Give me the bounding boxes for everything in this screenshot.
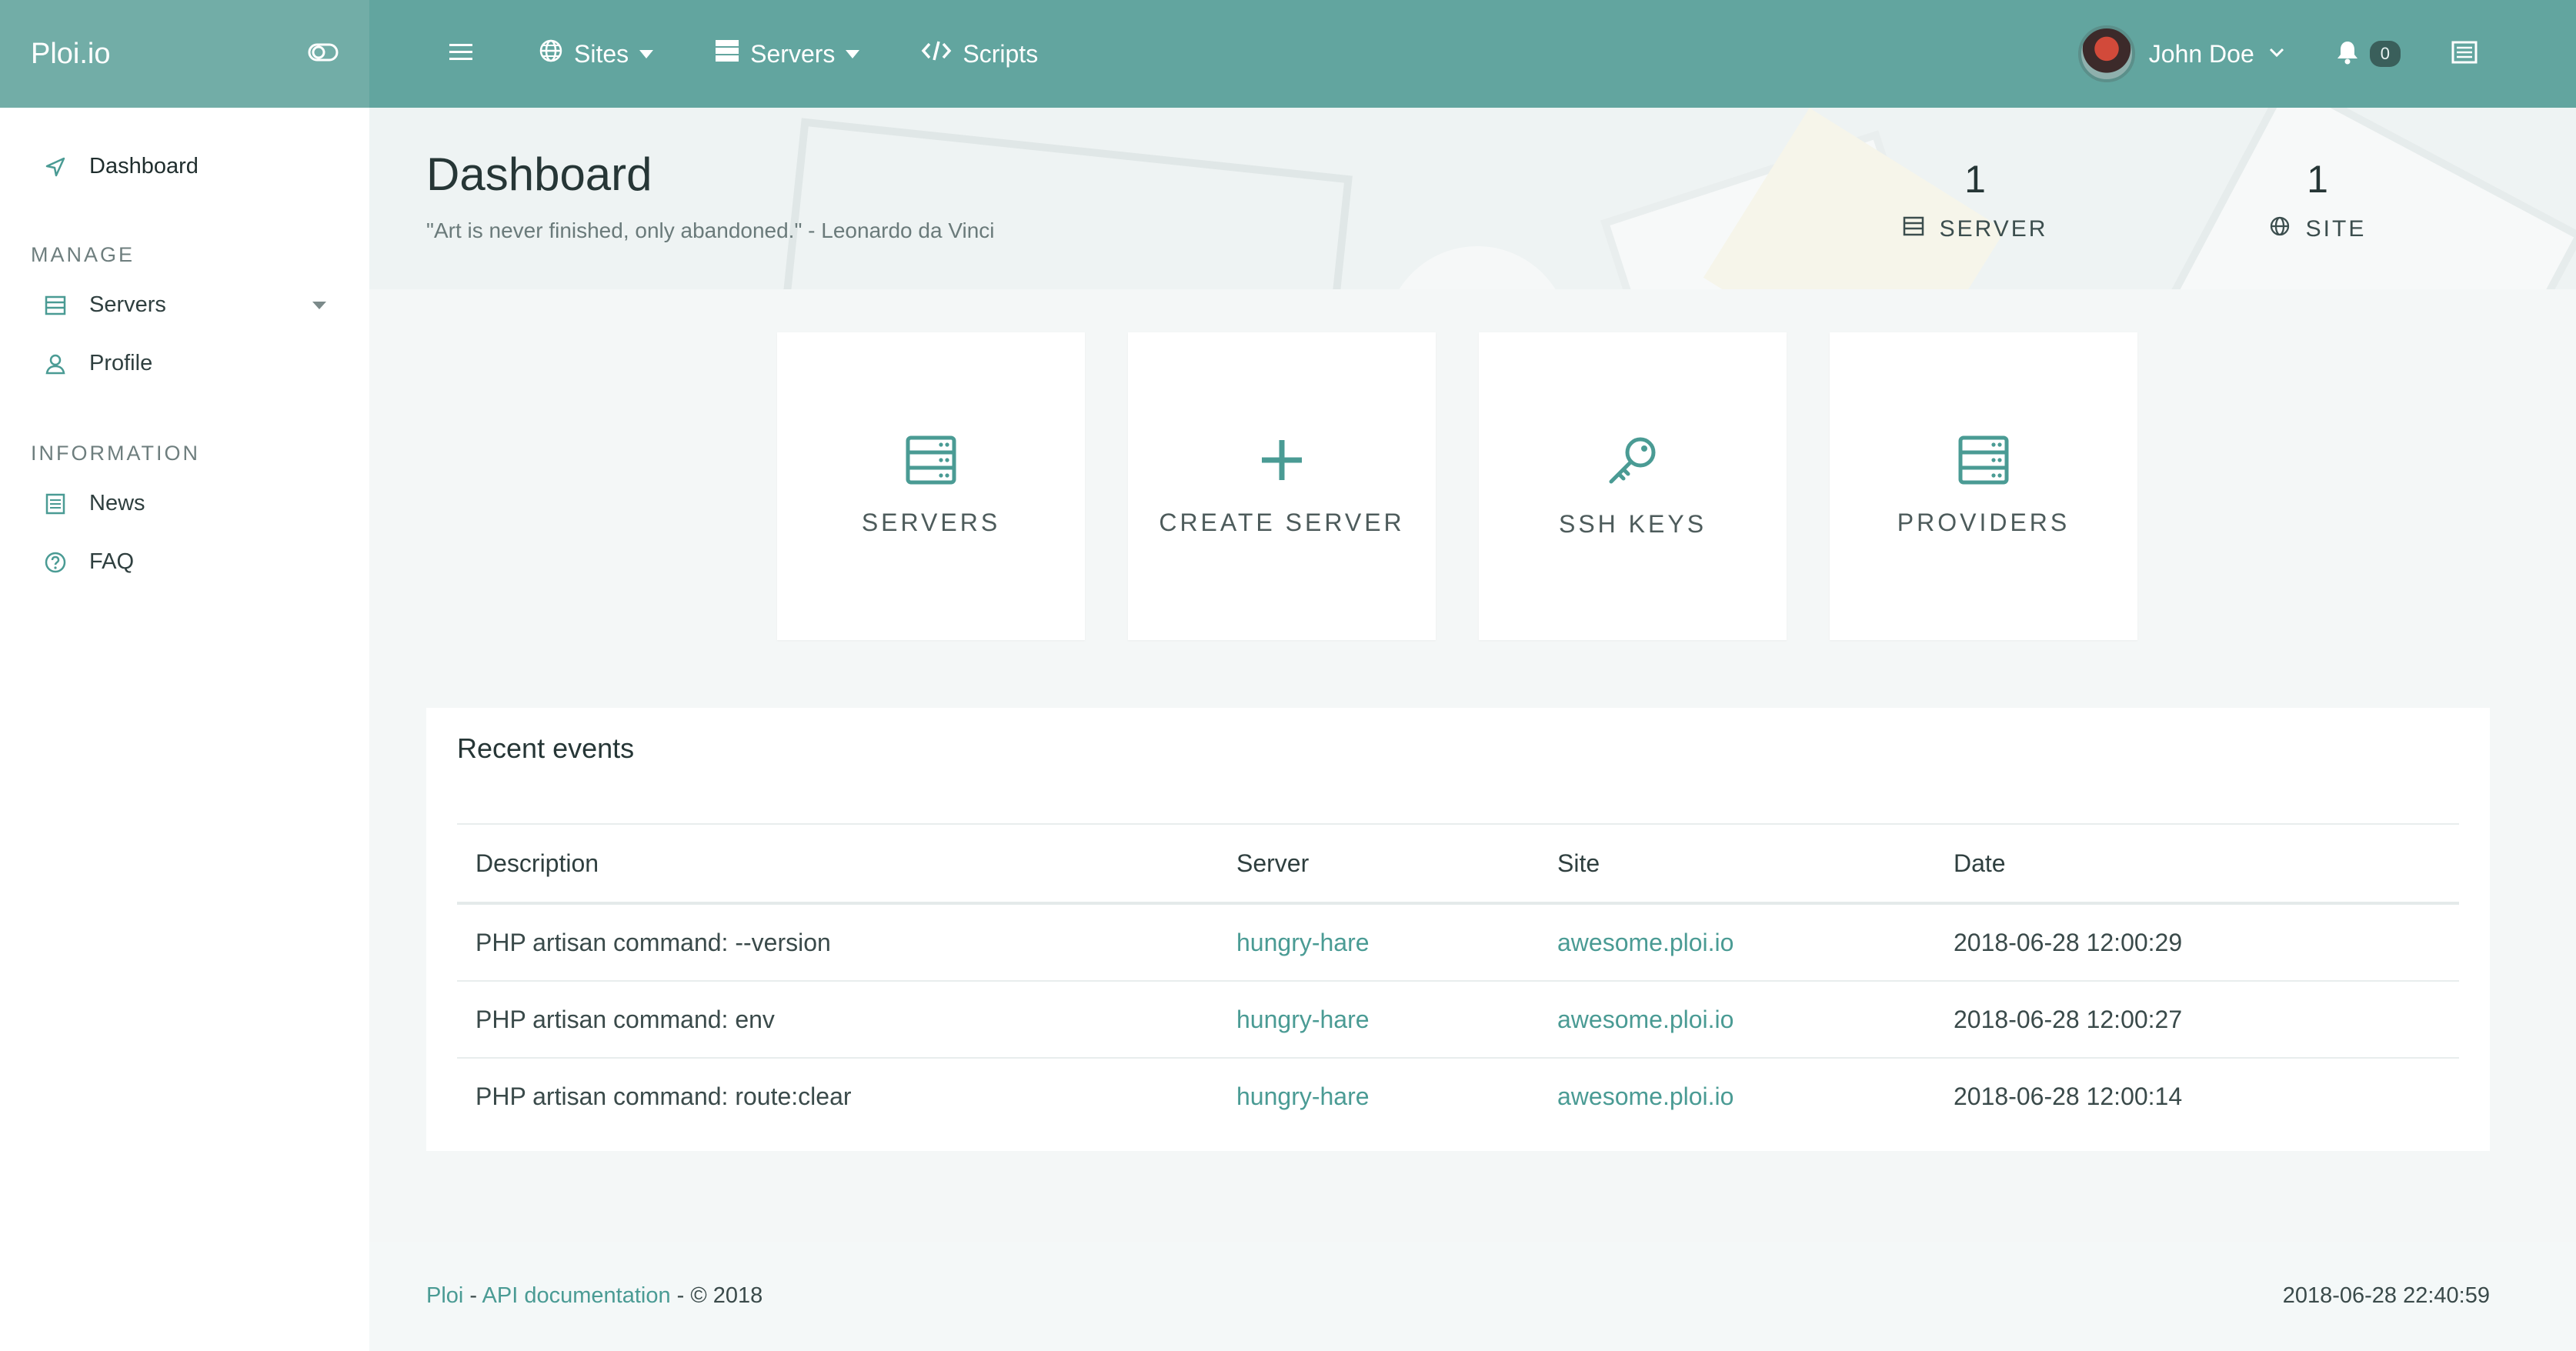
nav-scripts[interactable]: Scripts bbox=[921, 39, 1038, 68]
footer-api-docs-link[interactable]: API documentation bbox=[482, 1283, 671, 1308]
event-site-link[interactable]: awesome.ploi.io bbox=[1539, 981, 1935, 1059]
chevron-down-icon bbox=[2268, 47, 2285, 62]
bell-icon bbox=[2336, 40, 2359, 68]
stat-label: SERVER bbox=[1939, 216, 2048, 242]
event-site-link[interactable]: awesome.ploi.io bbox=[1539, 903, 1935, 982]
server-icon bbox=[1958, 435, 2009, 489]
stat-sites: 1 SITE bbox=[2241, 157, 2394, 243]
sidebar-item-label: Dashboard bbox=[89, 154, 199, 178]
sidebar-item-servers[interactable]: Servers bbox=[45, 292, 326, 318]
card-create-server[interactable]: CREATE SERVER bbox=[1128, 332, 1436, 640]
card-label: SSH KEYS bbox=[1558, 510, 1707, 538]
footer: Ploi - API documentation - © 2018 2018-0… bbox=[369, 1242, 2576, 1351]
top-navbar: Sites Servers Scripts John Doe 0 bbox=[369, 0, 2576, 108]
toggle-icon[interactable] bbox=[308, 42, 339, 67]
server-icon bbox=[906, 435, 956, 489]
user-name: John Doe bbox=[2148, 39, 2254, 68]
nav-sites[interactable]: Sites bbox=[539, 38, 654, 69]
code-icon bbox=[921, 39, 952, 68]
card-label: CREATE SERVER bbox=[1159, 509, 1405, 536]
event-server-link[interactable]: hungry-hare bbox=[1218, 981, 1539, 1059]
top-right-controls: John Doe 0 bbox=[2077, 0, 2576, 108]
footer-brand-link[interactable]: Ploi bbox=[426, 1283, 463, 1308]
recent-events-panel: Recent events Description Server Site Da… bbox=[426, 708, 2490, 1151]
card-label: PROVIDERS bbox=[1897, 509, 2070, 536]
footer-links: Ploi - API documentation - © 2018 bbox=[426, 1283, 762, 1309]
event-description: PHP artisan command: route:clear bbox=[475, 1082, 852, 1110]
stat-value: 1 bbox=[1964, 158, 1986, 201]
sidebar-item-label: Servers bbox=[89, 292, 166, 317]
sidebar: Dashboard MANAGE Servers Profile INFORMA… bbox=[0, 108, 369, 1351]
newspaper-icon[interactable] bbox=[2451, 41, 2478, 68]
notifications[interactable]: 0 bbox=[2336, 40, 2401, 68]
notification-count: 0 bbox=[2369, 41, 2401, 67]
table-row: PHP artisan command: env hungry-hare awe… bbox=[457, 981, 2459, 1059]
footer-timestamp: 2018-06-28 22:40:59 bbox=[2282, 1283, 2490, 1308]
chevron-down-icon bbox=[639, 49, 654, 58]
footer-separator: - bbox=[463, 1283, 482, 1308]
nav-sites-label: Sites bbox=[574, 39, 629, 68]
event-description: PHP artisan command: --version bbox=[457, 903, 1218, 982]
sidebar-item-faq[interactable]: FAQ bbox=[45, 549, 134, 575]
background-illustration bbox=[1385, 246, 1570, 289]
server-icon bbox=[45, 295, 66, 316]
stat-value: 1 bbox=[2307, 158, 2328, 201]
nav-servers[interactable]: Servers bbox=[715, 39, 860, 68]
event-date: 2018-06-28 12:00:14 bbox=[1954, 1082, 2183, 1110]
events-table: Description Server Site Date PHP artisan… bbox=[457, 823, 2459, 1134]
server-icon bbox=[1903, 215, 1924, 243]
sidebar-item-label: News bbox=[89, 491, 145, 515]
chevron-down-icon bbox=[312, 302, 326, 309]
sidebar-item-profile[interactable]: Profile bbox=[45, 351, 152, 376]
card-servers[interactable]: SERVERS bbox=[777, 332, 1085, 640]
server-icon bbox=[715, 39, 739, 68]
plus-icon bbox=[1257, 435, 1306, 489]
table-row: PHP artisan command: route:clear hungry-… bbox=[457, 1058, 2459, 1134]
stat-label: SITE bbox=[2305, 216, 2367, 242]
page-title: Dashboard bbox=[426, 148, 652, 200]
user-menu[interactable]: John Doe bbox=[2077, 25, 2285, 82]
chevron-down-icon bbox=[846, 49, 860, 58]
sidebar-heading-information: INFORMATION bbox=[31, 442, 200, 465]
help-circle-icon bbox=[45, 552, 66, 573]
background-illustration bbox=[771, 118, 1353, 289]
sidebar-heading-manage: MANAGE bbox=[31, 243, 135, 266]
avatar bbox=[2077, 25, 2135, 82]
globe-icon bbox=[2269, 215, 2291, 243]
sidebar-item-label: FAQ bbox=[89, 549, 135, 574]
footer-copyright: - © 2018 bbox=[670, 1283, 763, 1308]
event-date: 2018-06-28 12:00:27 bbox=[1935, 981, 2459, 1059]
event-server-link[interactable]: hungry-hare bbox=[1218, 903, 1539, 982]
hamburger-icon[interactable] bbox=[449, 42, 472, 66]
column-header: Description bbox=[457, 823, 1218, 905]
card-label: SERVERS bbox=[861, 509, 1001, 536]
stat-servers: 1 SERVER bbox=[1879, 157, 2071, 243]
column-header: Date bbox=[1935, 823, 2459, 905]
event-site-link[interactable]: awesome.ploi.io bbox=[1539, 1058, 1935, 1134]
page-quote: "Art is never finished, only abandoned."… bbox=[426, 218, 995, 242]
column-header: Site bbox=[1539, 823, 1935, 905]
globe-icon bbox=[539, 38, 563, 69]
card-providers[interactable]: PROVIDERS bbox=[1830, 332, 2137, 640]
brand-bar: Ploi.io bbox=[0, 0, 369, 108]
nav-servers-label: Servers bbox=[750, 39, 836, 68]
sidebar-item-label: Profile bbox=[89, 351, 153, 375]
brand-logo[interactable]: Ploi.io bbox=[31, 38, 111, 71]
nav-scripts-label: Scripts bbox=[963, 39, 1039, 68]
send-icon bbox=[45, 156, 66, 178]
sidebar-item-news[interactable]: News bbox=[45, 491, 145, 516]
card-ssh-keys[interactable]: SSH KEYS bbox=[1479, 332, 1787, 640]
panel-title: Recent events bbox=[457, 732, 635, 764]
column-header: Server bbox=[1218, 823, 1539, 905]
sidebar-item-dashboard[interactable]: Dashboard bbox=[45, 154, 199, 179]
user-icon bbox=[45, 353, 66, 375]
event-date: 2018-06-28 12:00:29 bbox=[1935, 903, 2459, 982]
page-header: Dashboard "Art is never finished, only a… bbox=[369, 108, 2576, 289]
newspaper-icon bbox=[45, 493, 66, 515]
table-header-row: Description Server Site Date bbox=[457, 823, 2459, 905]
event-server-link[interactable]: hungry-hare bbox=[1218, 1058, 1539, 1134]
table-row: PHP artisan command: --version hungry-ha… bbox=[457, 903, 2459, 982]
event-description: PHP artisan command: env bbox=[457, 981, 1218, 1059]
key-icon bbox=[1607, 434, 1659, 490]
